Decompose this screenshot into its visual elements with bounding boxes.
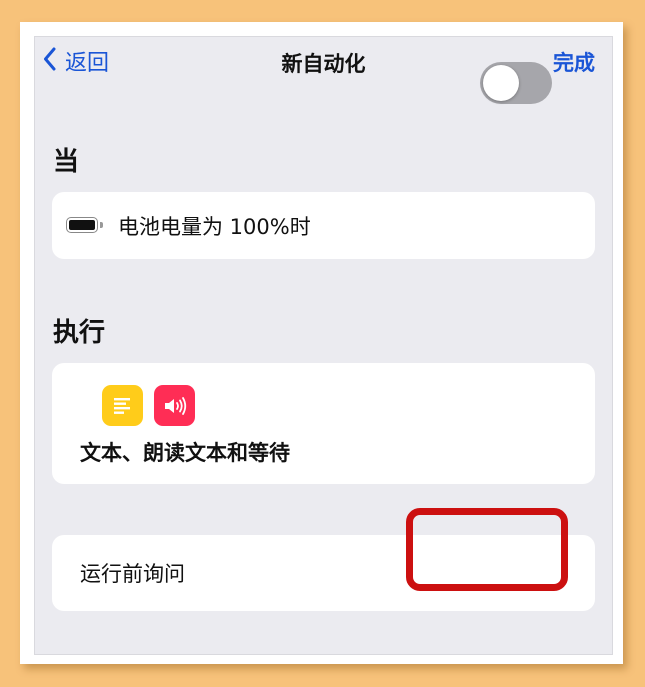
action-app-icons [102,385,195,426]
actions-summary: 文本、朗读文本和等待 [80,441,290,465]
speak-text-icon [154,385,195,426]
toggle-knob [483,65,519,101]
actions-card[interactable]: 文本、朗读文本和等待 [52,363,595,484]
text-icon [102,385,143,426]
battery-full-icon [66,216,104,235]
toggle-highlight-box [406,508,568,591]
ask-before-running-label: 运行前询问 [80,562,185,586]
ask-before-running-toggle[interactable] [480,62,552,104]
screenshot-frame: 返回 新自动化 完成 当 电池电量为 100%时 执行 文本、朗读文本和等待 运… [20,22,623,664]
done-button[interactable]: 完成 [553,47,595,77]
when-section-title: 当 [53,147,80,177]
trigger-card[interactable]: 电池电量为 100%时 [52,192,595,259]
do-section-title: 执行 [53,318,106,348]
trigger-text: 电池电量为 100%时 [118,214,311,239]
